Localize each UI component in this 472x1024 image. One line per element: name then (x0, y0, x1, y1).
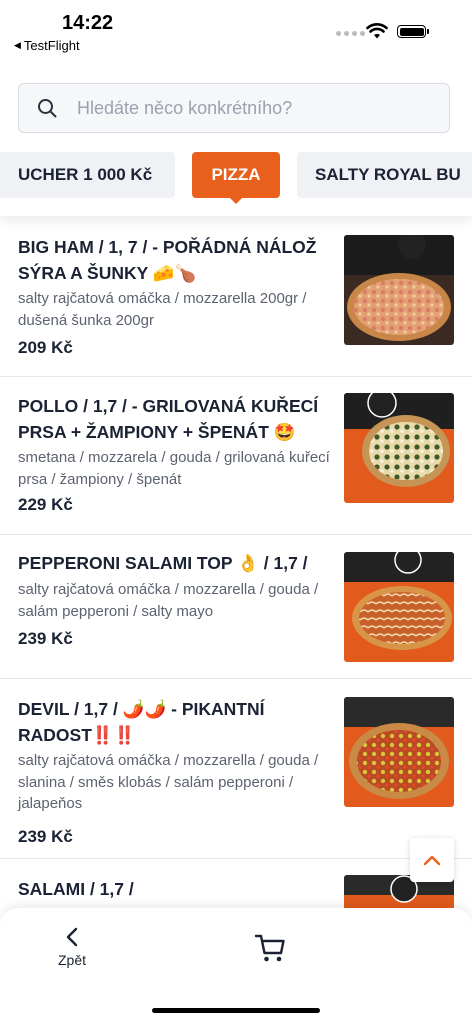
item-name: SALAMI / 1,7 / (18, 879, 134, 899)
bottom-navigation: Zpět (0, 908, 472, 1024)
pizza-image (344, 393, 454, 503)
category-tab-salty-royal-burger[interactable]: SALTY ROYAL BU (297, 152, 472, 198)
chevron-up-icon (423, 855, 441, 866)
status-time: 14:22 (62, 12, 114, 34)
category-tabs: UCHER 1 000 Kč PIZZA SALTY ROYAL BU (0, 152, 472, 198)
item-description: salty rajčatová omáčka / mozzarella / go… (18, 752, 319, 812)
list-item[interactable]: BIG HAM / 1, 7 / - POŘÁDNÁ NÁLOŽ SÝRA A … (0, 216, 472, 377)
item-description: smetana / mozzarela / gouda / grilovaná … (18, 449, 330, 488)
item-name: DEVIL / 1,7 / 🌶️🌶️ - PIKANTNÍ RADOST‼️‼️ (18, 699, 265, 745)
search-input[interactable] (75, 96, 419, 120)
search-icon (38, 99, 57, 118)
cart-icon[interactable] (254, 932, 286, 964)
list-item[interactable]: POLLO / 1,7 / - GRILOVANÁ KUŘECÍ PRSA + … (0, 377, 472, 535)
list-item[interactable]: DEVIL / 1,7 / 🌶️🌶️ - PIKANTNÍ RADOST‼️‼️… (0, 679, 472, 859)
pizza-image (344, 235, 454, 345)
category-tab-label: PIZZA (211, 165, 261, 184)
status-bar: 14:22 ◀ TestFlight (0, 0, 472, 58)
item-name: POLLO / 1,7 / - GRILOVANÁ KUŘECÍ PRSA + … (18, 396, 319, 442)
search-box[interactable] (18, 83, 450, 133)
wifi-icon (366, 23, 388, 39)
back-label: Zpět (57, 952, 86, 968)
category-tab-pizza[interactable]: PIZZA (192, 152, 280, 198)
active-tab-pointer (228, 196, 244, 204)
item-description: salty rajčatová omáčka / mozzarella / go… (18, 581, 319, 620)
item-name: BIG HAM / 1, 7 / - POŘÁDNÁ NÁLOŽ SÝRA A … (18, 237, 317, 283)
list-item[interactable]: PEPPERONI SALAMI TOP 👌 / 1,7 / salty raj… (0, 535, 472, 679)
back-app-label: TestFlight (23, 38, 80, 53)
item-price: 239 Kč (18, 827, 73, 846)
item-price: 209 Kč (18, 338, 73, 357)
back-button[interactable]: Zpět (48, 926, 96, 976)
back-triangle-icon: ◀ (14, 40, 21, 50)
pizza-image (344, 697, 454, 807)
pizza-image (344, 552, 454, 662)
battery-icon (397, 25, 429, 38)
category-tab-voucher[interactable]: UCHER 1 000 Kč (0, 152, 175, 198)
chevron-left-icon (66, 927, 78, 947)
signal-dots-icon (336, 31, 365, 36)
item-name: PEPPERONI SALAMI TOP 👌 / 1,7 / (18, 553, 308, 573)
back-to-app-link[interactable]: ◀ TestFlight (14, 38, 80, 53)
category-tab-label: SALTY ROYAL BU (315, 165, 461, 184)
home-indicator[interactable] (152, 1008, 320, 1013)
menu-header: UCHER 1 000 Kč PIZZA SALTY ROYAL BU (0, 58, 472, 216)
scroll-to-top-button[interactable] (410, 838, 454, 882)
category-tab-label: UCHER 1 000 Kč (18, 165, 153, 184)
item-price: 239 Kč (18, 629, 73, 648)
item-price: 229 Kč (18, 495, 73, 514)
item-description: salty rajčatová omáčka / mozzarella 200g… (18, 290, 307, 329)
